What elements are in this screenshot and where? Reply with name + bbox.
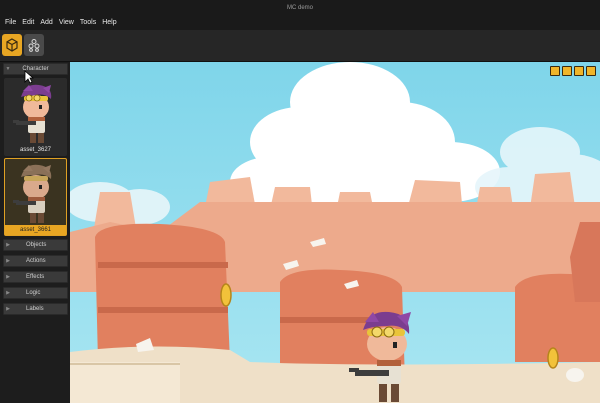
menu-add[interactable]: Add bbox=[37, 19, 55, 27]
asset-card[interactable]: asset_3627 bbox=[4, 78, 67, 156]
section-character[interactable]: ▼ Character bbox=[3, 63, 68, 75]
menu-bar: MC demo File Edit Add View Tools Help bbox=[0, 0, 600, 30]
menu-edit[interactable]: Edit bbox=[19, 19, 37, 27]
stack-mode-button[interactable] bbox=[24, 34, 44, 56]
toolbar bbox=[0, 30, 600, 62]
menu-tools[interactable]: Tools bbox=[77, 19, 99, 27]
debris bbox=[566, 368, 584, 382]
window-title: MC demo bbox=[286, 5, 313, 11]
menu-file[interactable]: File bbox=[2, 19, 19, 27]
asset-card-selected[interactable]: asset_3661 bbox=[4, 158, 67, 236]
asset-name: asset_3661 bbox=[5, 225, 66, 235]
chevron-right-icon: ▶ bbox=[6, 274, 10, 280]
lock-icon[interactable] bbox=[550, 66, 560, 76]
asset-name: asset_3627 bbox=[19, 147, 52, 153]
scene-canvas bbox=[70, 62, 600, 403]
edit-icon[interactable] bbox=[574, 66, 584, 76]
menu-view[interactable]: View bbox=[56, 19, 77, 27]
stack-icon bbox=[28, 39, 40, 52]
coin bbox=[547, 347, 559, 369]
chevron-right-icon: ▶ bbox=[6, 306, 10, 312]
mouse-cursor-icon bbox=[24, 70, 34, 84]
cube-mode-button[interactable] bbox=[2, 34, 22, 56]
scene-viewport[interactable] bbox=[70, 62, 600, 403]
menu-items: File Edit Add View Tools Help bbox=[2, 19, 120, 27]
section-logic[interactable]: ▶ Logic bbox=[3, 287, 68, 299]
coin bbox=[220, 283, 232, 307]
section-effects[interactable]: ▶ Effects bbox=[3, 271, 68, 283]
asset-sidebar: ▼ Character asset_3627 asset_3661 ▶ Obje… bbox=[0, 62, 70, 403]
section-actions[interactable]: ▶ Actions bbox=[3, 255, 68, 267]
chevron-down-icon: ▼ bbox=[5, 66, 11, 72]
cube-icon bbox=[6, 38, 18, 52]
chevron-right-icon: ▶ bbox=[6, 290, 10, 296]
section-objects[interactable]: ▶ Objects bbox=[3, 239, 68, 251]
section-labels[interactable]: ▶ Labels bbox=[3, 303, 68, 315]
menu-help[interactable]: Help bbox=[99, 19, 119, 27]
chevron-right-icon: ▶ bbox=[6, 242, 10, 248]
delete-icon[interactable] bbox=[586, 66, 596, 76]
chevron-right-icon: ▶ bbox=[6, 258, 10, 264]
viewport-controls bbox=[550, 66, 596, 76]
rotate-icon[interactable] bbox=[562, 66, 572, 76]
character-thumbnail bbox=[13, 164, 52, 223]
character-thumbnail bbox=[13, 84, 52, 143]
